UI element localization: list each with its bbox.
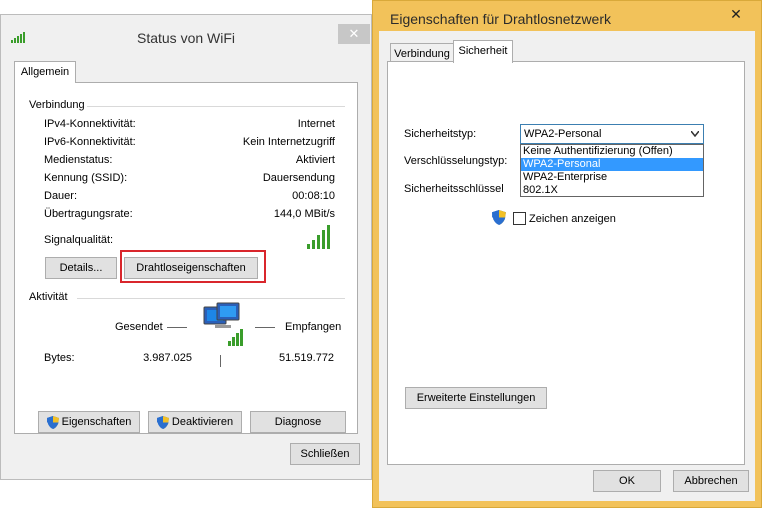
security-panel: Sicherheitstyp: WPA2-Personal Verschlüss…	[387, 61, 745, 465]
details-button[interactable]: Details...	[45, 257, 117, 279]
sent-line	[167, 327, 187, 328]
diagnose-button[interactable]: Diagnose	[250, 411, 346, 433]
ipv4-label: IPv4-Konnektivität:	[44, 118, 136, 130]
tab-allgemein[interactable]: Allgemein	[14, 61, 76, 83]
properties-window: Eigenschaften für Drahtlosnetzwerk ✕ Ver…	[372, 0, 762, 508]
duration-label: Dauer:	[44, 190, 78, 202]
wireless-properties-button[interactable]: Drahtloseigenschaften	[124, 257, 258, 279]
signal-quality-label: Signalqualität:	[44, 234, 114, 246]
deactivate-label: Deaktivieren	[171, 416, 234, 428]
show-characters-label: Zeichen anzeigen	[529, 213, 616, 225]
security-key-label: Sicherheitsschlüssel	[404, 183, 504, 195]
security-type-dropdown: Keine Authentifizierung (Offen) WPA2-Per…	[520, 144, 704, 197]
chevron-down-icon	[691, 131, 699, 137]
bytes-sent-value: 3.987.025	[143, 352, 192, 364]
option-8021x[interactable]: 802.1X	[521, 184, 703, 197]
status-window: Status von WiFi ✕ Allgemein Verbindung I…	[0, 14, 372, 480]
encryption-type-label: Verschlüsselungstyp:	[404, 155, 508, 167]
activity-separator	[220, 355, 221, 367]
uac-shield-icon	[46, 415, 59, 429]
activity-group-label: Aktivität	[29, 291, 68, 303]
ipv6-label: IPv6-Konnektivität:	[44, 136, 136, 148]
security-type-select[interactable]: WPA2-Personal	[520, 124, 704, 144]
security-type-value: WPA2-Personal	[524, 128, 602, 140]
ipv6-value: Kein Internetzugriff	[242, 136, 335, 148]
received-label: Empfangen	[285, 321, 342, 333]
properties-body: Verbindung Sicherheit Sicherheitstyp: WP…	[379, 31, 755, 501]
close-icon[interactable]: ✕	[338, 24, 370, 44]
divider	[77, 298, 345, 299]
option-open[interactable]: Keine Authentifizierung (Offen)	[521, 145, 703, 158]
ssid-value: Dauersendung	[262, 172, 335, 184]
option-wpa2-personal[interactable]: WPA2-Personal	[521, 158, 703, 171]
received-line	[255, 327, 275, 328]
ssid-label: Kennung (SSID):	[44, 172, 128, 184]
bytes-label: Bytes:	[44, 352, 75, 364]
properties-button[interactable]: Eigenschaften	[38, 411, 140, 433]
option-wpa2-enterprise[interactable]: WPA2-Enterprise	[521, 171, 703, 184]
duration-value: 00:08:10	[292, 190, 335, 202]
divider	[87, 106, 345, 107]
cancel-button[interactable]: Abbrechen	[673, 470, 749, 492]
close-button[interactable]: Schließen	[290, 443, 360, 465]
speed-label: Übertragungsrate:	[44, 208, 133, 220]
media-status-label: Medienstatus:	[44, 154, 113, 166]
speed-value: 144,0 MBit/s	[273, 208, 335, 220]
show-characters-checkbox[interactable]	[513, 212, 526, 225]
advanced-settings-button[interactable]: Erweiterte Einstellungen	[405, 387, 547, 409]
connection-group-label: Verbindung	[29, 99, 85, 111]
uac-shield-icon	[492, 210, 506, 225]
network-computers-icon	[203, 302, 243, 346]
security-type-label: Sicherheitstyp:	[404, 128, 477, 140]
tab-sicherheit[interactable]: Sicherheit	[453, 40, 513, 63]
deactivate-button[interactable]: Deaktivieren	[148, 411, 242, 433]
close-icon[interactable]: ✕	[719, 4, 753, 24]
window-title: Status von WiFi	[136, 30, 236, 46]
general-panel: Verbindung IPv4-Konnektivität: Internet …	[14, 82, 358, 434]
properties-label: Eigenschaften	[61, 416, 132, 428]
ipv4-value: Internet	[297, 118, 335, 130]
bytes-received-value: 51.519.772	[279, 352, 335, 364]
ok-button[interactable]: OK	[593, 470, 661, 492]
window-title: Eigenschaften für Drahtlosnetzwerk	[390, 11, 611, 27]
uac-shield-icon	[156, 415, 169, 429]
sent-label: Gesendet	[115, 321, 163, 333]
media-status-value: Aktiviert	[295, 154, 335, 166]
signal-strength-icon	[307, 225, 337, 249]
